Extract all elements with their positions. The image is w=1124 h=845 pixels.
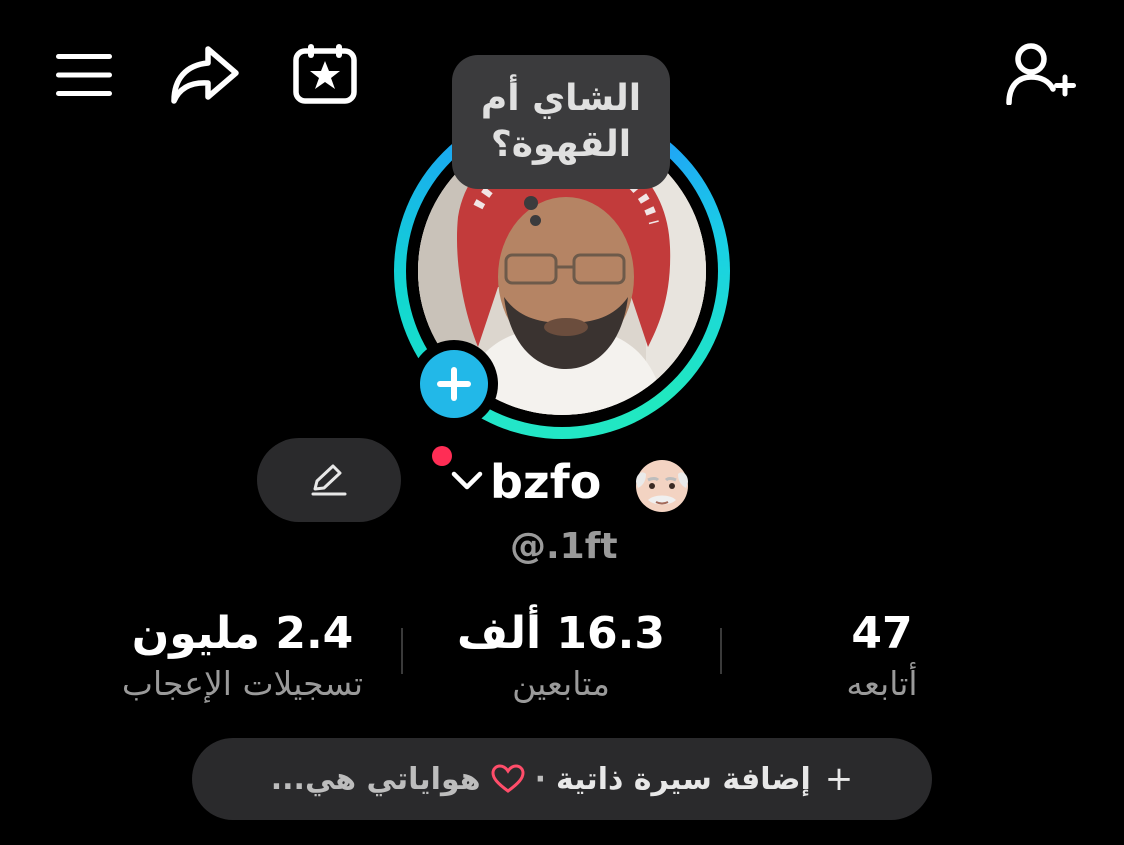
bio-separator: · (534, 761, 546, 797)
add-user-icon[interactable] (1002, 40, 1080, 106)
stat-followers-label: متابعين (512, 664, 610, 703)
bubble-tail-dot (530, 215, 541, 226)
bio-preview: هواياتي هي... (270, 761, 481, 797)
add-story-button[interactable] (410, 340, 498, 428)
stat-following-value: 47 (851, 608, 913, 659)
stat-followers-value: 16.3 ألف (457, 608, 665, 659)
add-bio-label: إضافة سيرة ذاتية (555, 761, 811, 797)
edit-profile-button[interactable] (257, 438, 401, 522)
bubble-tail-dot (524, 196, 538, 210)
stat-following[interactable]: 47 أتابعه (800, 606, 964, 706)
stat-likes-label: تسجيلات الإعجاب (121, 664, 364, 703)
chevron-down-icon[interactable] (450, 470, 484, 496)
pencil-icon (311, 464, 347, 496)
add-story-circle (420, 350, 488, 418)
notification-dot (432, 446, 452, 466)
bio-plus: + (824, 759, 854, 799)
share-arrow-icon[interactable] (166, 42, 242, 108)
stat-divider (720, 628, 722, 674)
add-bio-button[interactable]: + إضافة سيرة ذاتية · هواياتي هي... (192, 738, 932, 820)
heart-outline-icon (491, 764, 525, 794)
stat-likes-value: 2.4 مليون (131, 608, 354, 659)
plus-icon (437, 367, 471, 401)
hamburger-menu-icon[interactable] (52, 48, 116, 102)
stat-divider (401, 628, 403, 674)
old-man-emoji-icon (630, 452, 694, 516)
profile-note-bubble[interactable]: الشاي أم القهوة؟ (452, 55, 670, 189)
username[interactable]: bzfo (490, 452, 601, 512)
calendar-star-icon[interactable] (290, 40, 360, 106)
stat-likes[interactable]: 2.4 مليون تسجيلات الإعجاب (70, 606, 415, 706)
stat-followers[interactable]: 16.3 ألف متابعين (430, 606, 692, 706)
user-handle: @.1ft (510, 526, 618, 567)
stat-following-label: أتابعه (846, 664, 918, 703)
